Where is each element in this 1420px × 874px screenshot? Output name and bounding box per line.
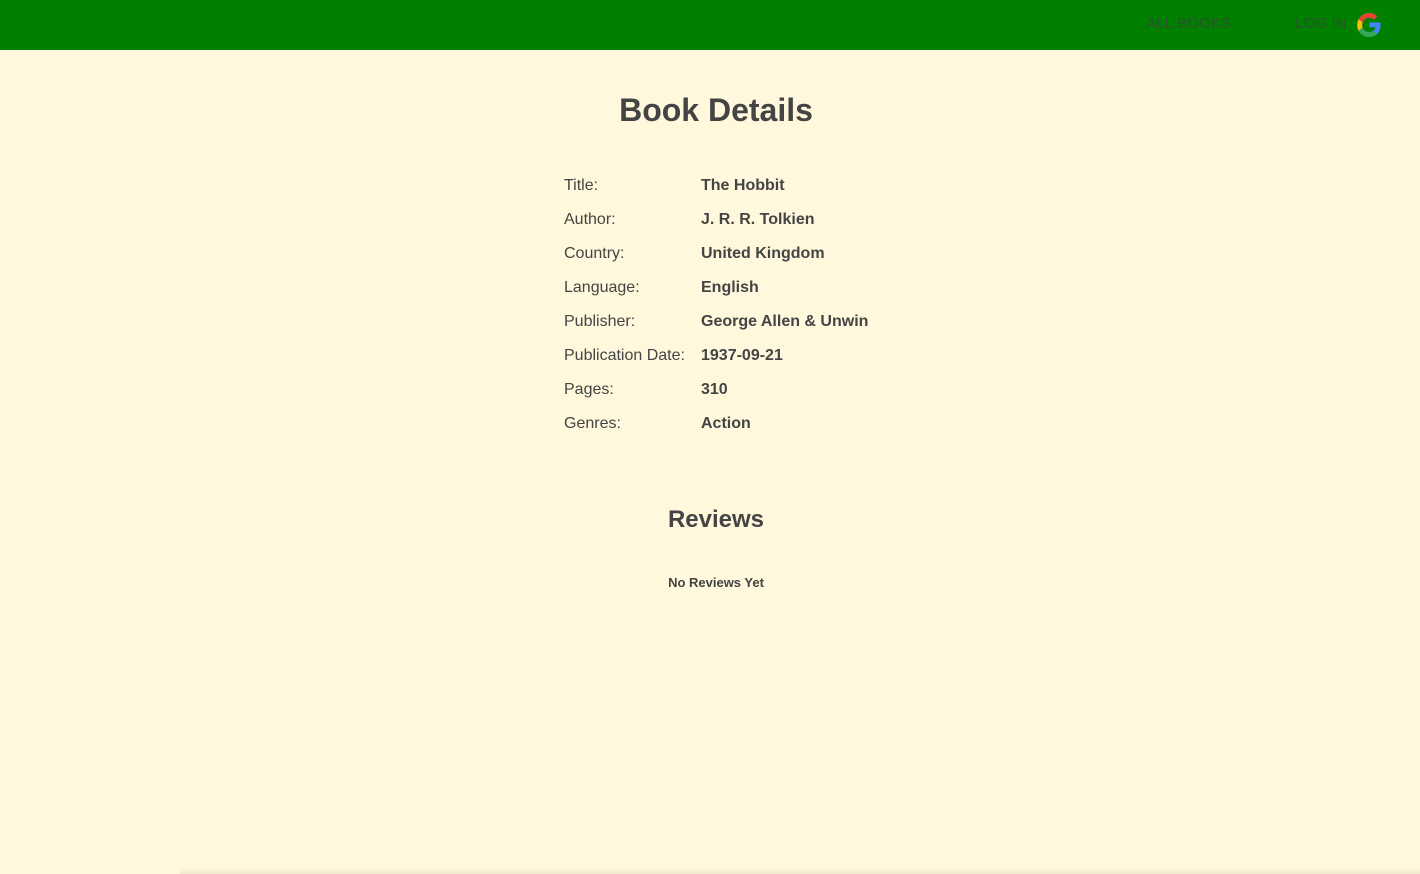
detail-value: 310: [701, 381, 728, 398]
all-books-link[interactable]: ALL BOOKS: [1146, 15, 1231, 33]
detail-label: Publication Date:: [564, 347, 685, 364]
detail-value: George Allen & Unwin: [701, 313, 869, 330]
detail-label: Author:: [564, 211, 616, 228]
detail-value: J. R. R. Tolkien: [701, 211, 815, 228]
detail-label: Pages:: [564, 381, 614, 398]
detail-value: United Kingdom: [701, 245, 825, 262]
detail-label: Publisher:: [564, 313, 636, 330]
reviews-heading: Reviews: [667, 506, 765, 533]
login-link[interactable]: LOG IN: [1295, 15, 1347, 33]
detail-label: Country:: [564, 245, 625, 262]
detail-label: Title:: [564, 177, 599, 194]
detail-label: Genres:: [564, 415, 621, 432]
detail-value: English: [701, 279, 759, 296]
detail-value: The Hobbit: [701, 177, 785, 194]
detail-label: Language:: [564, 279, 640, 296]
detail-value: Action: [701, 415, 751, 432]
google-icon[interactable]: [1354, 10, 1384, 40]
detail-value: 1937-09-21: [701, 347, 783, 364]
top-navbar: ALL BOOKS LOG IN: [0, 0, 1420, 50]
bottom-edge-shadow: [180, 868, 1420, 874]
no-reviews-message: No Reviews Yet: [668, 575, 764, 590]
page-title: Book Details: [619, 92, 813, 128]
